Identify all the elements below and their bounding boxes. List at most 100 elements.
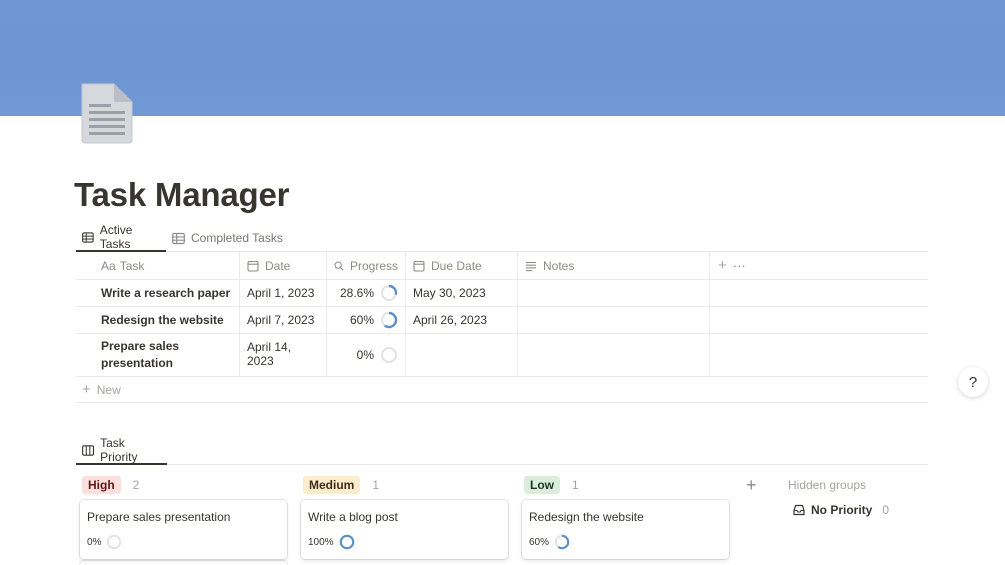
task-cell[interactable]: Prepare sales presentation xyxy=(76,334,240,376)
task-cell[interactable]: Write a research paper xyxy=(76,280,240,306)
group-header-medium[interactable]: Medium 1 xyxy=(303,476,379,494)
task-name: Write a research paper xyxy=(101,285,231,300)
tab-label: Task Priority xyxy=(100,436,138,464)
card-progress: 100% xyxy=(308,534,355,550)
group-label: No Priority xyxy=(811,503,873,517)
card-title: Prepare sales presentation xyxy=(87,510,231,524)
board-icon xyxy=(82,444,95,456)
progress-ring xyxy=(380,311,398,329)
tab-active-tasks[interactable]: Active Tasks xyxy=(76,223,166,252)
date-cell[interactable]: April 14, 2023 xyxy=(240,334,327,376)
board-card[interactable] xyxy=(80,561,287,565)
page-cover[interactable] xyxy=(0,0,1005,116)
group-header-high[interactable]: High 2 xyxy=(82,476,139,494)
task-name: Prepare sales presentation xyxy=(101,338,179,372)
progress-ring-track xyxy=(107,534,122,550)
new-row-button[interactable]: + New xyxy=(76,377,928,403)
priority-pill: High xyxy=(82,476,121,494)
progress-ring xyxy=(554,534,570,550)
date-cell[interactable]: April 1, 2023 xyxy=(240,280,327,306)
empty-cell xyxy=(710,280,928,306)
progress-value: 60% xyxy=(349,313,374,327)
more-options-button[interactable]: ··· xyxy=(733,258,746,273)
tab-completed-tasks[interactable]: Completed Tasks xyxy=(166,224,289,252)
document-icon[interactable] xyxy=(78,82,134,144)
notes-cell[interactable] xyxy=(518,280,710,306)
due-date-cell[interactable] xyxy=(406,334,518,376)
board-card[interactable]: Write a blog post 100% xyxy=(301,500,508,559)
group-header-low[interactable]: Low 1 xyxy=(524,476,579,494)
tab-label: Completed Tasks xyxy=(191,231,283,245)
table-row[interactable]: Redesign the website April 7, 2023 60% A… xyxy=(76,307,928,334)
column-label: Date xyxy=(265,258,291,273)
table-icon xyxy=(172,232,185,244)
progress-ring xyxy=(107,534,122,550)
column-header-progress[interactable]: Progress xyxy=(327,252,406,279)
progress-cell[interactable]: 0% xyxy=(327,334,406,376)
empty-cell xyxy=(710,334,928,376)
due-date-cell[interactable]: April 26, 2023 xyxy=(406,307,518,333)
text-property-icon: Aa xyxy=(101,258,116,273)
plus-icon: + xyxy=(82,381,91,398)
column-label: Notes xyxy=(543,258,575,273)
lines-icon xyxy=(526,261,536,271)
search-icon xyxy=(334,261,344,271)
progress-ring xyxy=(380,284,398,302)
progress-ring-fill xyxy=(339,534,354,550)
column-header-task[interactable]: Aa Task xyxy=(76,252,240,279)
column-header-notes[interactable]: Notes xyxy=(518,252,710,279)
new-label: New xyxy=(96,382,121,397)
group-count: 1 xyxy=(372,478,380,492)
priority-pill: Low xyxy=(524,476,560,494)
task-name: Redesign the website xyxy=(101,312,224,327)
inbox-icon xyxy=(793,504,805,516)
date-cell[interactable]: April 7, 2023 xyxy=(240,307,327,333)
progress-cell[interactable]: 60% xyxy=(327,307,406,333)
add-property-button[interactable]: + xyxy=(718,257,727,274)
tasks-table: Aa Task Date Progress Due Date Notes + ·… xyxy=(76,252,928,403)
group-count: 1 xyxy=(572,478,579,492)
progress-value: 0% xyxy=(87,536,102,548)
column-header-actions: + ··· xyxy=(710,252,928,279)
due-date-cell[interactable]: May 30, 2023 xyxy=(406,280,518,306)
progress-ring xyxy=(381,347,397,363)
progress-cell[interactable]: 28.6% xyxy=(327,280,406,306)
progress-value: 28.6% xyxy=(339,286,374,300)
table-icon xyxy=(82,231,94,243)
notes-cell[interactable] xyxy=(518,307,710,333)
board-card[interactable]: Prepare sales presentation 0% xyxy=(80,500,287,559)
calendar-icon xyxy=(413,260,425,272)
calendar-icon xyxy=(247,260,259,272)
progress-ring xyxy=(339,534,354,550)
card-title: Write a blog post xyxy=(308,510,398,524)
hidden-groups-label: Hidden groups xyxy=(788,478,867,492)
card-progress: 60% xyxy=(529,534,570,550)
table-header-row: Aa Task Date Progress Due Date Notes + ·… xyxy=(76,252,928,280)
tab-task-priority[interactable]: Task Priority xyxy=(76,436,167,465)
hidden-group-no-priority[interactable]: No Priority 0 xyxy=(793,503,889,517)
column-header-due-date[interactable]: Due Date xyxy=(406,252,518,279)
table-row[interactable]: Write a research paper April 1, 2023 28.… xyxy=(76,280,928,307)
help-button[interactable]: ? xyxy=(958,367,988,397)
group-count: 2 xyxy=(132,478,140,492)
board-card[interactable]: Redesign the website 60% xyxy=(522,500,729,559)
task-name-line: Prepare sales xyxy=(101,339,180,353)
progress-value: 60% xyxy=(529,536,550,548)
column-label: Due Date xyxy=(431,258,482,273)
column-label: Task xyxy=(119,258,145,273)
notes-cell[interactable] xyxy=(518,334,710,376)
column-label: Progress xyxy=(349,258,398,273)
card-title: Redesign the website xyxy=(529,510,644,524)
progress-value: 0% xyxy=(356,348,374,362)
task-name-line: presentation xyxy=(101,356,174,370)
table-row[interactable]: Prepare sales presentation April 14, 202… xyxy=(76,334,928,377)
board-view-tabs: Task Priority xyxy=(76,436,928,465)
tab-label: Active Tasks xyxy=(99,223,133,251)
task-cell[interactable]: Redesign the website xyxy=(76,307,240,333)
column-header-date[interactable]: Date xyxy=(240,252,327,279)
page-title[interactable]: Task Manager xyxy=(74,176,289,214)
progress-value: 100% xyxy=(308,536,334,548)
view-tabs: Active Tasks Completed Tasks xyxy=(76,223,928,252)
empty-cell xyxy=(710,307,928,333)
add-group-button[interactable]: + xyxy=(746,475,757,496)
